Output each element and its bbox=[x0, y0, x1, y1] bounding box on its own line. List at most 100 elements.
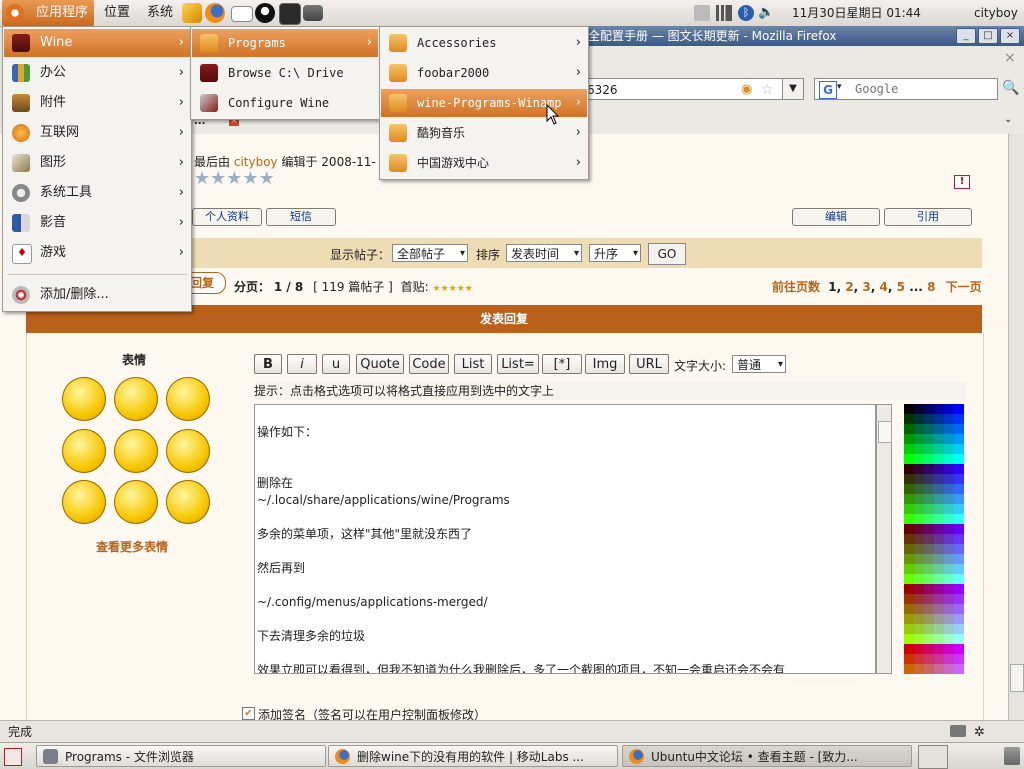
font-size-select[interactable]: 普通 bbox=[732, 355, 786, 374]
profile-button[interactable]: 个人资料 bbox=[192, 208, 262, 226]
color-swatch[interactable] bbox=[954, 604, 964, 614]
rss-icon[interactable]: ◉ bbox=[741, 79, 752, 101]
color-swatch[interactable] bbox=[944, 634, 954, 644]
system-menu[interactable]: 系统 bbox=[141, 0, 179, 26]
maximize-button[interactable]: □ bbox=[978, 28, 998, 44]
smiley-icon[interactable] bbox=[62, 480, 106, 524]
page-link-2[interactable]: 2 bbox=[845, 280, 853, 294]
color-swatch[interactable] bbox=[924, 574, 934, 584]
color-swatch[interactable] bbox=[924, 534, 934, 544]
taskbar-item-firefox-2[interactable]: Ubuntu中文论坛 • 查看主题 - [致力... bbox=[622, 745, 912, 767]
smiley-icon[interactable] bbox=[166, 377, 210, 421]
color-swatch[interactable] bbox=[904, 664, 914, 674]
color-swatch[interactable] bbox=[914, 514, 924, 524]
textarea-scrollbar[interactable] bbox=[876, 404, 892, 674]
menu-item-browse-c-drive[interactable]: Browse C:\ Drive bbox=[192, 59, 378, 87]
report-icon[interactable]: ! bbox=[954, 175, 970, 189]
color-swatch[interactable] bbox=[944, 594, 954, 604]
color-swatch[interactable] bbox=[954, 664, 964, 674]
menu-item-configure-wine[interactable]: Configure Wine bbox=[192, 89, 378, 117]
color-swatch[interactable] bbox=[914, 464, 924, 474]
color-swatch[interactable] bbox=[904, 574, 914, 584]
color-swatch[interactable] bbox=[934, 504, 944, 514]
color-swatch[interactable] bbox=[944, 664, 954, 674]
smiley-icon[interactable] bbox=[114, 377, 158, 421]
color-swatch[interactable] bbox=[954, 524, 964, 534]
star-icon[interactable]: ★ bbox=[242, 168, 258, 189]
color-swatch[interactable] bbox=[934, 544, 944, 554]
color-swatch[interactable] bbox=[944, 544, 954, 554]
color-swatch[interactable] bbox=[914, 584, 924, 594]
textarea-scrollbar-thumb[interactable] bbox=[878, 421, 892, 443]
color-swatch[interactable] bbox=[954, 554, 964, 564]
trash-icon[interactable] bbox=[1004, 747, 1020, 765]
color-swatch[interactable] bbox=[924, 404, 934, 414]
color-swatch[interactable] bbox=[904, 654, 914, 664]
color-swatch[interactable] bbox=[914, 424, 924, 434]
page-scrollbar[interactable] bbox=[1008, 134, 1024, 720]
color-swatch[interactable] bbox=[954, 484, 964, 494]
google-engine-icon[interactable]: G bbox=[819, 81, 837, 99]
color-swatch[interactable] bbox=[944, 604, 954, 614]
color-swatch[interactable] bbox=[904, 564, 914, 574]
color-swatch[interactable] bbox=[914, 444, 924, 454]
goto-page-link[interactable]: 前往页数 bbox=[772, 280, 820, 294]
menu-item-game-center[interactable]: 中国游戏中心 › bbox=[381, 149, 587, 177]
color-swatch[interactable] bbox=[944, 484, 954, 494]
color-swatch[interactable] bbox=[934, 584, 944, 594]
menu-item-system-tools[interactable]: 系统工具 › bbox=[4, 179, 190, 207]
color-swatch[interactable] bbox=[944, 524, 954, 534]
color-swatch[interactable] bbox=[924, 554, 934, 564]
color-swatch[interactable] bbox=[954, 434, 964, 444]
color-swatch[interactable] bbox=[914, 524, 924, 534]
smiley-icon[interactable] bbox=[62, 429, 106, 473]
network-signal-icon[interactable] bbox=[716, 5, 732, 21]
color-swatch[interactable] bbox=[934, 514, 944, 524]
color-swatch[interactable] bbox=[934, 454, 944, 464]
color-swatch[interactable] bbox=[954, 544, 964, 554]
color-swatch[interactable] bbox=[904, 554, 914, 564]
minimize-button[interactable]: _ bbox=[956, 28, 976, 44]
color-swatch[interactable] bbox=[924, 594, 934, 604]
color-swatch[interactable] bbox=[904, 644, 914, 654]
color-swatch[interactable] bbox=[924, 634, 934, 644]
menu-item-office[interactable]: 办公 › bbox=[4, 59, 190, 87]
url-bar[interactable]: 6326 ◉ ☆ bbox=[580, 78, 804, 100]
page-link-5[interactable]: 5 bbox=[897, 280, 905, 294]
gear-icon[interactable]: ✲ bbox=[974, 722, 985, 744]
color-swatch[interactable] bbox=[914, 664, 924, 674]
sort-key-select[interactable]: 发表时间 bbox=[506, 244, 582, 263]
color-swatch[interactable] bbox=[954, 504, 964, 514]
color-swatch[interactable] bbox=[904, 614, 914, 624]
search-input[interactable] bbox=[853, 81, 997, 97]
color-swatch[interactable] bbox=[954, 594, 964, 604]
color-swatch[interactable] bbox=[954, 644, 964, 654]
color-swatch[interactable] bbox=[944, 494, 954, 504]
color-swatch[interactable] bbox=[924, 604, 934, 614]
color-swatch[interactable] bbox=[904, 434, 914, 444]
color-swatch[interactable] bbox=[914, 604, 924, 614]
color-swatch[interactable] bbox=[924, 544, 934, 554]
image-button[interactable]: Img bbox=[585, 354, 625, 374]
color-swatch[interactable] bbox=[954, 464, 964, 474]
color-swatch[interactable] bbox=[944, 424, 954, 434]
volume-icon[interactable]: 🔈 bbox=[758, 5, 774, 21]
color-swatch[interactable] bbox=[924, 444, 934, 454]
color-swatch[interactable] bbox=[944, 414, 954, 424]
color-swatch[interactable] bbox=[904, 624, 914, 634]
show-posts-select[interactable]: 全部帖子 bbox=[392, 244, 468, 263]
color-swatch[interactable] bbox=[904, 584, 914, 594]
message-textarea[interactable]: 操作如下： 删除在 ~/.local/share/applications/wi… bbox=[254, 404, 876, 674]
search-go-icon[interactable]: 🔍 bbox=[1002, 80, 1019, 96]
bold-button[interactable]: B bbox=[254, 354, 282, 374]
url-button[interactable]: URL bbox=[629, 354, 669, 374]
color-swatch[interactable] bbox=[934, 614, 944, 624]
color-swatch[interactable] bbox=[914, 544, 924, 554]
color-swatch[interactable] bbox=[944, 514, 954, 524]
workspace-switcher[interactable] bbox=[918, 745, 948, 769]
color-swatch[interactable] bbox=[944, 444, 954, 454]
menu-item-accessories[interactable]: 附件 › bbox=[4, 89, 190, 117]
color-swatch[interactable] bbox=[944, 554, 954, 564]
color-swatch[interactable] bbox=[954, 414, 964, 424]
user-switcher[interactable]: cityboy bbox=[974, 0, 1018, 26]
